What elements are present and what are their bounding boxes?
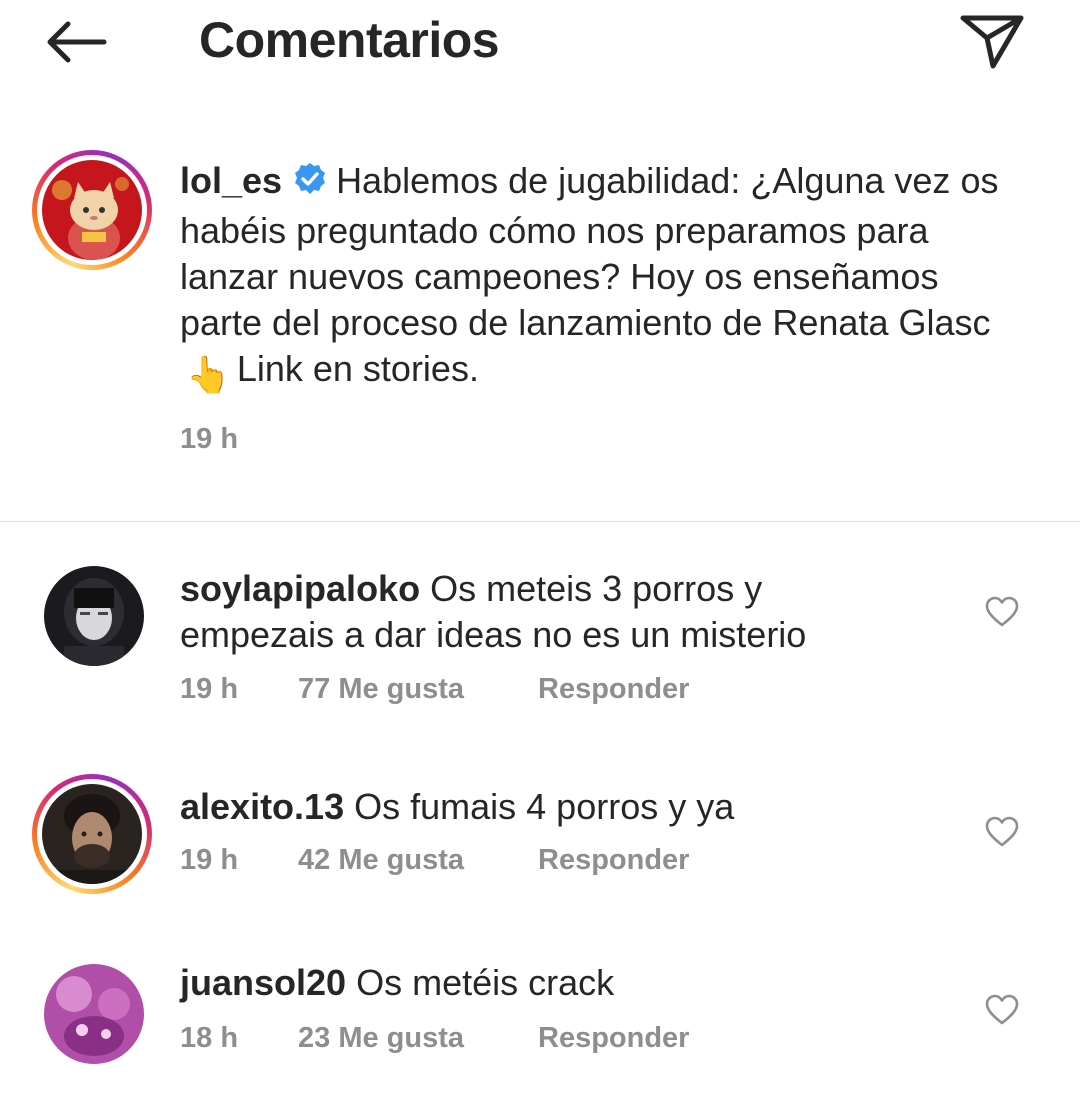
caption-body-end: Link en stories. [236,348,479,389]
comment-text: soylapipaloko Os meteis 3 porros y empez… [180,566,900,658]
pointing-up-emoji: 👆 [186,354,231,395]
heart-icon [985,994,1019,1025]
caption-timestamp: 19 h [180,423,239,455]
cat-mascot-avatar-image [42,160,142,260]
caption-username[interactable]: lol_es [180,160,282,201]
verified-badge-icon [292,161,328,208]
like-button[interactable] [980,988,1024,1032]
avatar[interactable] [44,964,144,1064]
dark-portrait-avatar-image [44,566,144,666]
divider [0,521,1080,522]
comment-text: juansol20 Os metéis crack [180,960,900,1006]
comment-timestamp: 19 h [180,844,239,876]
comment-text: alexito.13 Os fumais 4 porros y ya [180,784,900,830]
reply-button[interactable]: Responder [538,673,689,706]
pink-photo-avatar-image [44,964,144,1064]
comment-body: Os fumais 4 porros y ya [354,786,735,827]
like-button[interactable] [980,810,1024,854]
man-portrait-avatar-image [42,784,142,884]
avatar [42,160,142,260]
comment-timestamp: 18 h [180,1022,239,1054]
comment-likes[interactable]: 23 Me gusta [298,1022,538,1055]
comment-body: Os metéis crack [356,962,615,1003]
avatar-story-ring[interactable] [32,774,152,894]
comment-meta: 18 h 23 Me gusta Responder [180,1022,689,1055]
comment-meta: 19 h 42 Me gusta Responder [180,844,689,877]
avatar [42,784,142,884]
comment-username[interactable]: soylapipaloko [180,568,420,609]
share-button[interactable] [952,8,1032,74]
avatar-story-ring[interactable] [32,150,152,270]
paper-plane-icon [960,15,1024,69]
reply-button[interactable]: Responder [538,1022,689,1055]
comment-meta: 19 h 77 Me gusta Responder [180,673,689,706]
comment-timestamp: 19 h [180,673,239,705]
arrow-left-icon [47,21,107,63]
header-bar: Comentarios [0,0,1080,90]
comment-username[interactable]: alexito.13 [180,786,344,827]
heart-icon [985,816,1019,847]
reply-button[interactable]: Responder [538,844,689,877]
page-title: Comentarios [199,12,500,68]
comment-username[interactable]: juansol20 [180,962,346,1003]
back-button[interactable] [40,14,112,70]
caption-text: lol_es Hablemos de jugabilidad: ¿Alguna … [180,158,1000,462]
comment-likes[interactable]: 42 Me gusta [298,844,538,877]
heart-icon [985,596,1019,627]
avatar[interactable] [44,566,144,666]
comment-likes[interactable]: 77 Me gusta [298,673,538,706]
like-button[interactable] [980,590,1024,634]
